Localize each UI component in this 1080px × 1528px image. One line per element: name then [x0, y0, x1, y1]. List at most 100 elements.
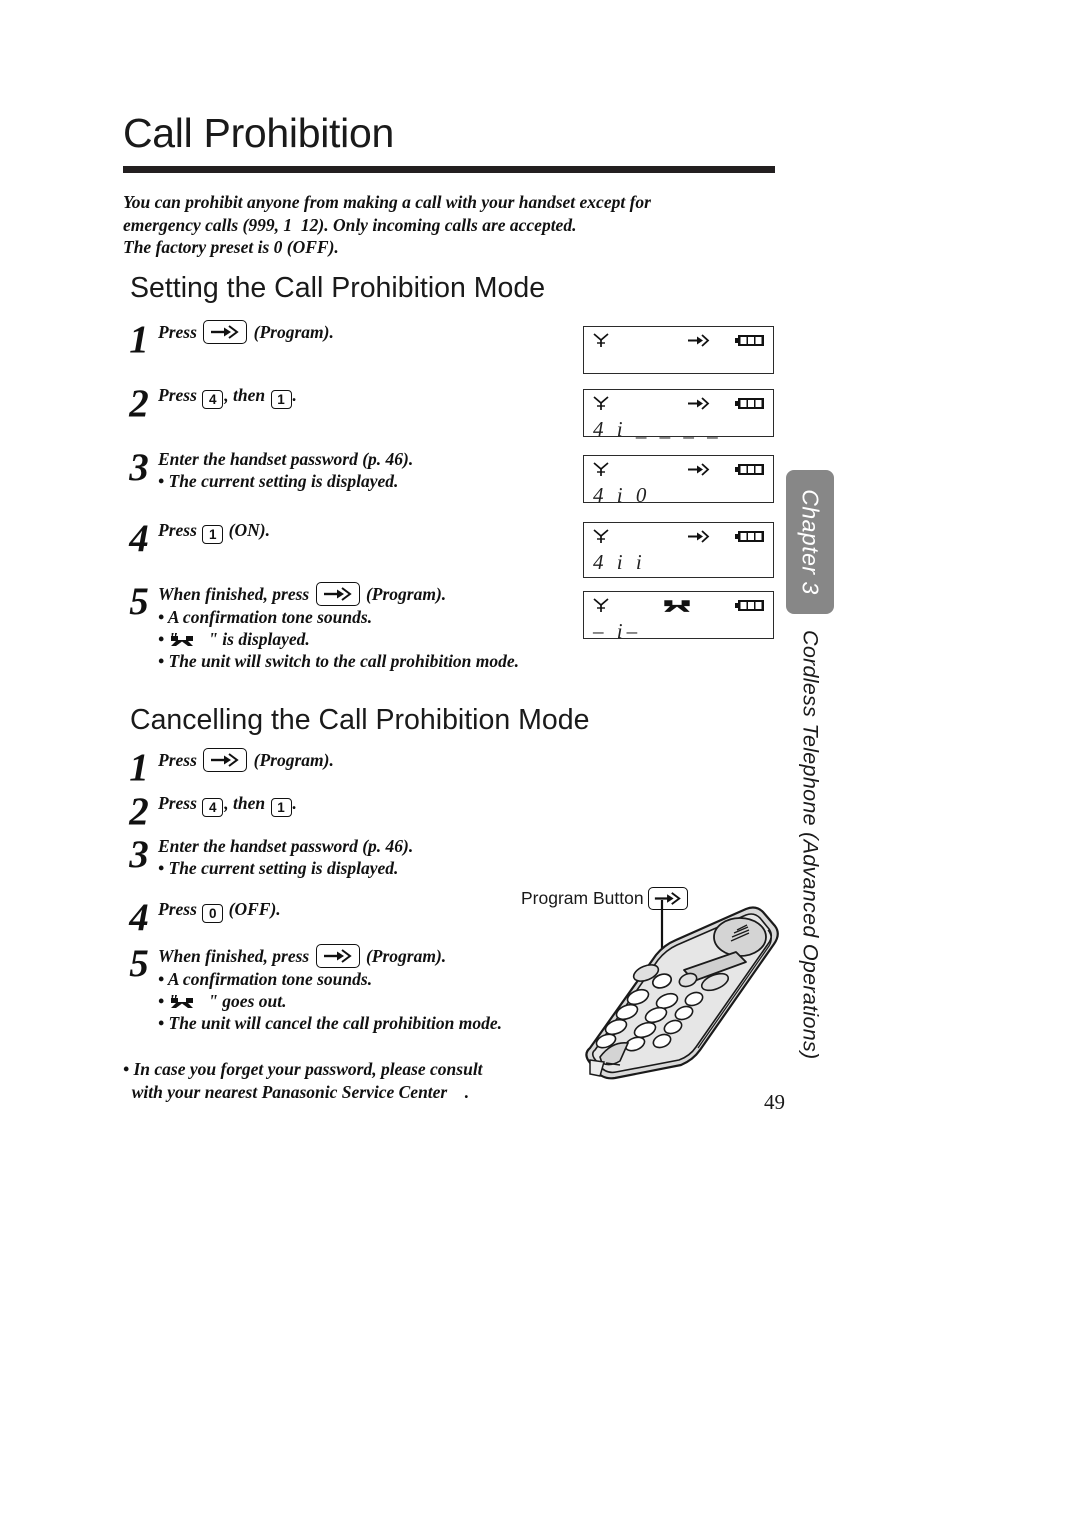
program-icon: [315, 944, 360, 968]
step-number: 5: [129, 942, 149, 985]
lcd-text: 4 i i: [593, 550, 646, 574]
step-bullet: • A confirmation tone sounds.: [158, 969, 373, 989]
step-setting-4: 4 Press 1 (ON).: [122, 519, 592, 559]
program-icon: [203, 748, 248, 772]
step-number: 2: [129, 382, 149, 425]
intro-line-3: The factory preset is 0 (OFF).: [123, 237, 339, 257]
step-setting-5: 5 When finished, press (Program). • A co…: [122, 582, 592, 672]
step-cancel-2: 2 Press 4, then 1.: [122, 792, 592, 832]
step-bullet: • A confirmation tone sounds.: [158, 607, 373, 627]
step-bullet: • The current setting is displayed.: [158, 858, 399, 878]
step-text: Press: [158, 793, 197, 813]
step-text: Press: [158, 322, 197, 342]
footer-note: • In case you forget your password, plea…: [123, 1058, 603, 1104]
program-arrow-icon: [687, 463, 713, 481]
key-0: 0: [202, 904, 224, 923]
antenna-icon: [592, 460, 610, 483]
step-cancel-5: 5 When finished, press (Program). • A co…: [122, 944, 592, 1034]
step-text: Enter the handset password (p. 46).: [158, 836, 414, 856]
step-text-after: (Program).: [365, 946, 447, 966]
sidebar-vertical-title: Cordless Telephone (Advanced Operations): [786, 630, 834, 1070]
sidebar-vertical-label: Cordless Telephone (Advanced Operations): [798, 630, 823, 1060]
call-prohibition-icon: [171, 992, 206, 1008]
step-text-middle: , then: [224, 385, 266, 405]
step-cancel-1: 1 Press (Program).: [122, 748, 592, 788]
footer-note-line-2: with your nearest Panasonic Service Cent…: [123, 1082, 470, 1102]
key-1: 1: [202, 525, 224, 544]
page-title: Call Prohibition: [123, 110, 394, 156]
title-rule: [123, 166, 775, 173]
document-page: Call Prohibition You can prohibit anyone…: [0, 0, 1080, 1528]
page-number: 49: [764, 1090, 785, 1114]
program-icon: [203, 320, 248, 344]
step-setting-3: 3 Enter the handset password (p. 46). • …: [122, 448, 592, 492]
step-number: 1: [129, 746, 149, 789]
step-text-after: (Program).: [253, 322, 334, 342]
section-heading-setting: Setting the Call Prohibition Mode: [130, 272, 546, 304]
battery-icon: [735, 463, 765, 481]
step-text: When finished, press: [158, 584, 310, 604]
step-bullet: • The unit will switch to the call prohi…: [158, 651, 520, 671]
step-bullet-prohibition: • " " is displayed.: [158, 628, 592, 650]
step-text-after: (Program).: [365, 584, 447, 604]
lcd-display-1: [583, 326, 774, 374]
footer-note-line-1: • In case you forget your password, plea…: [123, 1059, 483, 1079]
step-text-after: (OFF).: [228, 899, 281, 919]
key-1: 1: [270, 798, 292, 817]
program-arrow-icon: [687, 530, 713, 548]
step-text-middle: , then: [224, 793, 266, 813]
call-prohibition-icon: [662, 598, 692, 618]
chapter-tab: Chapter 3: [786, 470, 834, 614]
step-setting-2: 2 Press 4, then 1.: [122, 384, 592, 424]
antenna-icon: [592, 527, 610, 550]
lcd-display-2: 4 i _ _ _ _: [583, 389, 774, 441]
antenna-icon: [592, 394, 610, 417]
step-number: 4: [129, 517, 149, 560]
lcd-text: 4 i 0: [593, 483, 651, 507]
step-text: Press: [158, 385, 197, 405]
battery-icon: [735, 334, 765, 352]
bullet-text-post: " is displayed.: [208, 629, 310, 649]
lcd-text: [584, 353, 773, 386]
step-text: Press: [158, 750, 197, 770]
step-text: When finished, press: [158, 946, 310, 966]
lcd-text: – i–: [593, 619, 642, 643]
step-text-after: (ON).: [228, 520, 270, 540]
call-prohibition-icon: [171, 630, 206, 646]
lcd-display-3: 4 i 0: [583, 455, 774, 507]
program-arrow-icon: [687, 334, 713, 352]
intro-line-2: emergency calls (999, 1 12). Only incomi…: [123, 214, 577, 235]
step-text: Press: [158, 520, 197, 540]
step-number: 4: [129, 896, 149, 939]
lcd-display-4: 4 i i: [583, 522, 774, 578]
step-cancel-3: 3 Enter the handset password (p. 46). • …: [122, 835, 592, 879]
battery-icon: [735, 530, 765, 548]
key-4: 4: [202, 798, 224, 817]
step-number: 3: [129, 446, 149, 489]
program-arrow-icon: [687, 397, 713, 415]
step-text-after: .: [292, 793, 297, 813]
antenna-icon: [592, 331, 610, 354]
step-bullet: • The current setting is displayed.: [158, 471, 399, 491]
bullet-text-post: " goes out.: [208, 991, 287, 1011]
lcd-display-5: – i–: [583, 591, 774, 643]
key-1: 1: [270, 390, 292, 409]
step-bullet: • The unit will cancel the call prohibit…: [158, 1013, 502, 1033]
step-text-after: .: [292, 385, 297, 405]
step-number: 3: [129, 833, 149, 876]
step-setting-1: 1 Press (Program).: [122, 320, 592, 360]
intro-line-1: You can prohibit anyone from making a ca…: [123, 192, 651, 212]
chapter-tab-label: Chapter 3: [797, 489, 824, 595]
lcd-text: 4 i _ _ _ _: [593, 417, 722, 441]
step-text-after: (Program).: [253, 750, 334, 770]
step-text: Enter the handset password (p. 46).: [158, 449, 414, 469]
program-icon: [315, 582, 360, 606]
section-heading-cancelling: Cancelling the Call Prohibition Mode: [130, 704, 590, 736]
step-bullet-prohibition: • " " goes out.: [158, 990, 592, 1012]
battery-icon: [735, 397, 765, 415]
step-number: 2: [129, 790, 149, 833]
key-4: 4: [202, 390, 224, 409]
step-number: 1: [129, 318, 149, 361]
battery-icon: [735, 599, 765, 617]
step-number: 5: [129, 580, 149, 623]
